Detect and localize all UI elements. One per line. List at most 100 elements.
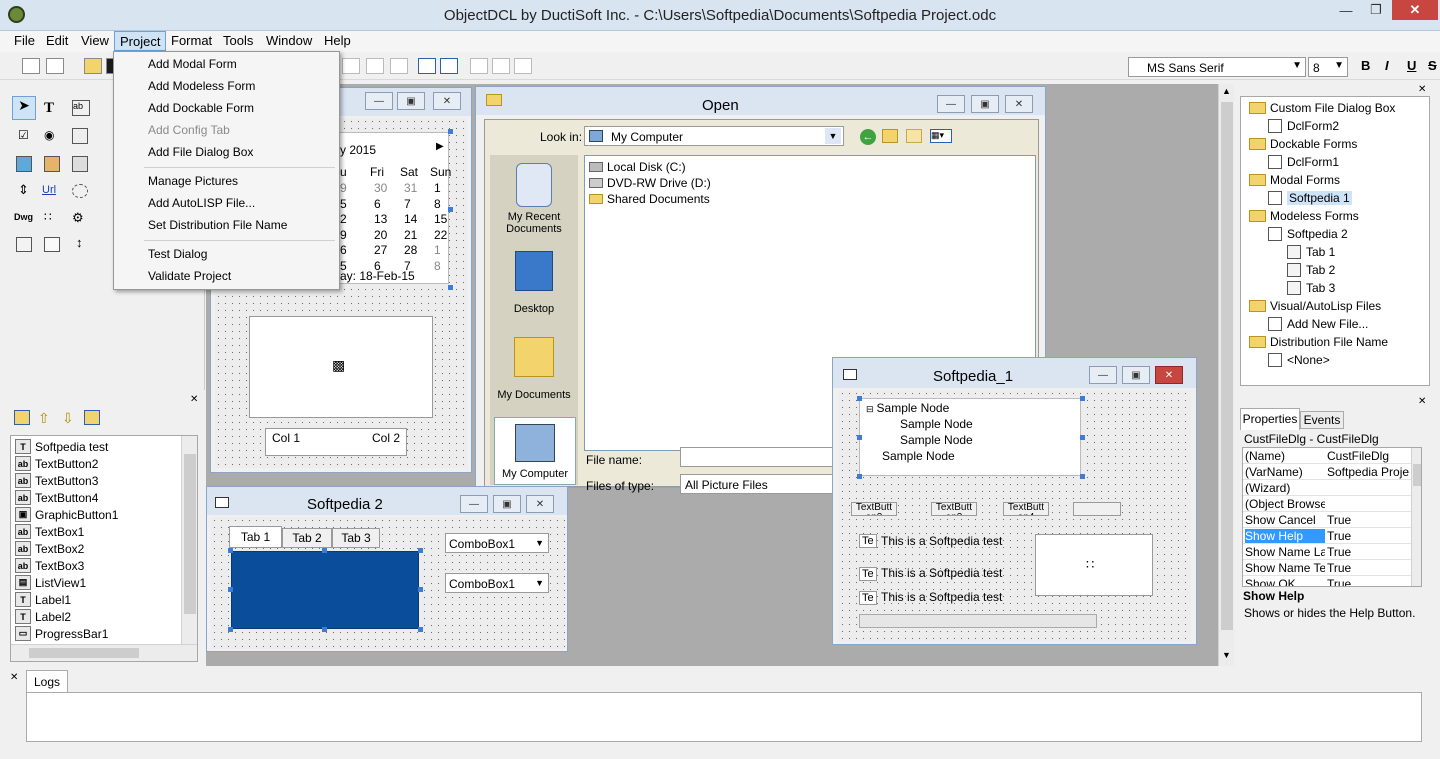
bring-front-icon[interactable] xyxy=(14,410,30,425)
sp1-close-button[interactable]: ✕ xyxy=(1155,366,1183,384)
text-button-3[interactable]: TextButt on3 xyxy=(931,502,977,516)
back-icon[interactable]: ← xyxy=(860,129,876,145)
place-recent[interactable]: My Recent Documents xyxy=(492,159,576,239)
sp2-maximize-button[interactable]: ▣ xyxy=(493,495,521,513)
tab-content-selected[interactable] xyxy=(231,551,419,629)
tree-item[interactable]: Add New File... xyxy=(1268,315,1368,333)
logs-tab[interactable]: Logs xyxy=(26,670,68,692)
place-documents[interactable]: My Documents xyxy=(492,333,576,409)
tree-item[interactable]: Tab 3 xyxy=(1287,279,1335,297)
selection-handle[interactable] xyxy=(857,474,862,479)
calendar-day-cell[interactable]: 13 xyxy=(374,212,387,226)
tab-3[interactable]: Tab 3 xyxy=(332,528,380,548)
combobox-2[interactable]: ComboBox1 ▼ xyxy=(445,573,549,593)
file-type-select[interactable]: All Picture Files xyxy=(680,474,840,494)
property-row[interactable]: (Name) CustFileDlg xyxy=(1243,448,1411,464)
menu-window[interactable]: Window xyxy=(266,33,312,48)
up-folder-icon[interactable] xyxy=(882,129,898,143)
menu-view[interactable]: View xyxy=(81,33,109,48)
calendar-day-cell[interactable]: 2 xyxy=(340,212,347,226)
calendar-day-cell[interactable]: 27 xyxy=(374,243,387,257)
space-horz-icon[interactable] xyxy=(492,58,510,74)
tree-item[interactable]: Softpedia 1 xyxy=(1268,189,1352,207)
property-value[interactable]: True xyxy=(1327,577,1409,586)
control-list[interactable]: T Softpedia test ab TextButton2 ab TextButton… xyxy=(10,435,198,662)
property-value[interactable]: True xyxy=(1327,545,1409,559)
property-row[interactable]: (VarName) Softpedia Projec xyxy=(1243,464,1411,480)
events-tab[interactable]: Events xyxy=(1300,411,1344,429)
treeview-control[interactable]: ⊟ Sample Node Sample Node Sample Node Sam… xyxy=(859,398,1081,476)
selection-handle[interactable] xyxy=(448,207,453,212)
control-list-item[interactable]: ab TextButton4 xyxy=(15,489,98,506)
property-row[interactable]: Show OK True xyxy=(1243,576,1411,586)
properties-tab[interactable]: Properties xyxy=(1240,408,1300,430)
look-in-select[interactable]: My Computer ▼ xyxy=(584,126,844,146)
softpedia1-window[interactable]: Softpedia_1 — ▣ ✕ ⊟ Sample Node Sample No… xyxy=(832,357,1197,645)
tree-node[interactable]: ⊟ Sample Node xyxy=(866,401,949,415)
property-grid[interactable]: (Name) CustFileDlg (VarName) Softpedia Proj… xyxy=(1242,447,1422,587)
tree-item[interactable]: <None> xyxy=(1268,351,1330,369)
label-tool[interactable]: T xyxy=(44,100,54,117)
tab-2[interactable]: Tab 2 xyxy=(282,528,332,548)
menu-tools[interactable]: Tools xyxy=(223,33,253,48)
selection-handle[interactable] xyxy=(1080,435,1085,440)
tree-node[interactable]: Sample Node xyxy=(900,433,973,447)
control-list-item[interactable]: ▣ GraphicButton1 xyxy=(15,506,118,523)
new-file-icon[interactable] xyxy=(22,58,40,74)
calendar-day-cell[interactable]: 28 xyxy=(404,243,417,257)
property-row[interactable]: Show Help True xyxy=(1243,528,1411,544)
text-button-5[interactable] xyxy=(1073,502,1121,516)
menu-item-add-modeless-form[interactable]: Add Modeless Form xyxy=(148,79,255,93)
views-icon[interactable]: ▦▾ xyxy=(930,129,952,143)
calendar-day-cell[interactable]: 7 xyxy=(404,197,411,211)
bold-button[interactable]: B xyxy=(1361,58,1370,73)
new-form-icon[interactable] xyxy=(46,58,64,74)
calendar-day-cell[interactable]: 30 xyxy=(374,181,387,195)
tree-item[interactable]: Visual/AutoLisp Files xyxy=(1249,297,1381,315)
pointer-tool[interactable]: ➤ xyxy=(12,96,36,120)
dwg-tool[interactable]: Dwg xyxy=(14,212,33,222)
tree-item[interactable]: Tab 1 xyxy=(1287,243,1335,261)
scroll-up-icon[interactable]: ▲ xyxy=(1222,86,1231,96)
tab-1[interactable]: Tab 1 xyxy=(229,526,282,548)
property-scrollbar[interactable] xyxy=(1411,448,1421,586)
slider-tool[interactable]: ↕ xyxy=(76,235,83,250)
panel-close-icon[interactable]: ✕ xyxy=(10,672,18,683)
frame-tool[interactable] xyxy=(72,184,88,198)
form-close-button[interactable]: ✕ xyxy=(433,92,461,110)
tree-item[interactable]: Tab 2 xyxy=(1287,261,1335,279)
picture-control[interactable]: ▩ xyxy=(249,316,433,418)
menu-item-test-dialog[interactable]: Test Dialog xyxy=(148,247,207,261)
scroll-thumb[interactable] xyxy=(1221,102,1233,630)
combobox-1[interactable]: ComboBox1 ▼ xyxy=(445,533,549,553)
align-bottom-icon[interactable] xyxy=(390,58,408,74)
url-tool[interactable]: Url xyxy=(42,184,56,196)
control-list-scrollbar[interactable] xyxy=(181,436,197,644)
property-row[interactable]: Show Cancel True xyxy=(1243,512,1411,528)
text-button-4[interactable]: TextButt on4 xyxy=(1003,502,1049,516)
project-tree[interactable]: Custom File Dialog Box DclForm2 Dockable F… xyxy=(1240,96,1430,386)
selection-handle[interactable] xyxy=(1080,396,1085,401)
softpedia2-window[interactable]: Softpedia 2 — ▣ ✕ Tab 1 Tab 2 Tab 3 Comb… xyxy=(206,486,568,652)
calendar-day-cell[interactable]: 9 xyxy=(340,181,347,195)
control-list-item[interactable]: ▤ ListView1 xyxy=(15,574,86,591)
menu-item-set-distribution-file-name[interactable]: Set Distribution File Name xyxy=(148,218,287,232)
menu-item-manage-pictures[interactable]: Manage Pictures xyxy=(148,174,238,188)
selection-handle[interactable] xyxy=(228,627,233,632)
menu-file[interactable]: File xyxy=(14,33,35,48)
menu-item-add-file-dialog-box[interactable]: Add File Dialog Box xyxy=(148,145,253,159)
property-row[interactable]: (Object Browser) xyxy=(1243,496,1411,512)
open-minimize-button[interactable]: — xyxy=(937,95,965,113)
move-down-icon[interactable]: ⇩ xyxy=(62,410,78,426)
selection-handle[interactable] xyxy=(418,627,423,632)
image-tool[interactable] xyxy=(44,156,60,172)
property-value[interactable]: CustFileDlg xyxy=(1327,449,1409,463)
control-list-item[interactable]: T Label2 xyxy=(15,608,71,625)
calendar-day-cell[interactable]: 6 xyxy=(340,243,347,257)
option-tool[interactable]: ◉ xyxy=(44,128,54,142)
grid-tool[interactable] xyxy=(72,156,88,172)
same-height-icon[interactable] xyxy=(418,58,436,74)
align-icon[interactable] xyxy=(342,58,360,74)
control-list-item[interactable]: ab TextBox3 xyxy=(15,557,84,574)
calendar-control[interactable]: y 2015 ▶ u Fri Sat Sun 9 30 31 1 5 6 7 8 2 13 14 15 9 20… xyxy=(339,132,451,284)
